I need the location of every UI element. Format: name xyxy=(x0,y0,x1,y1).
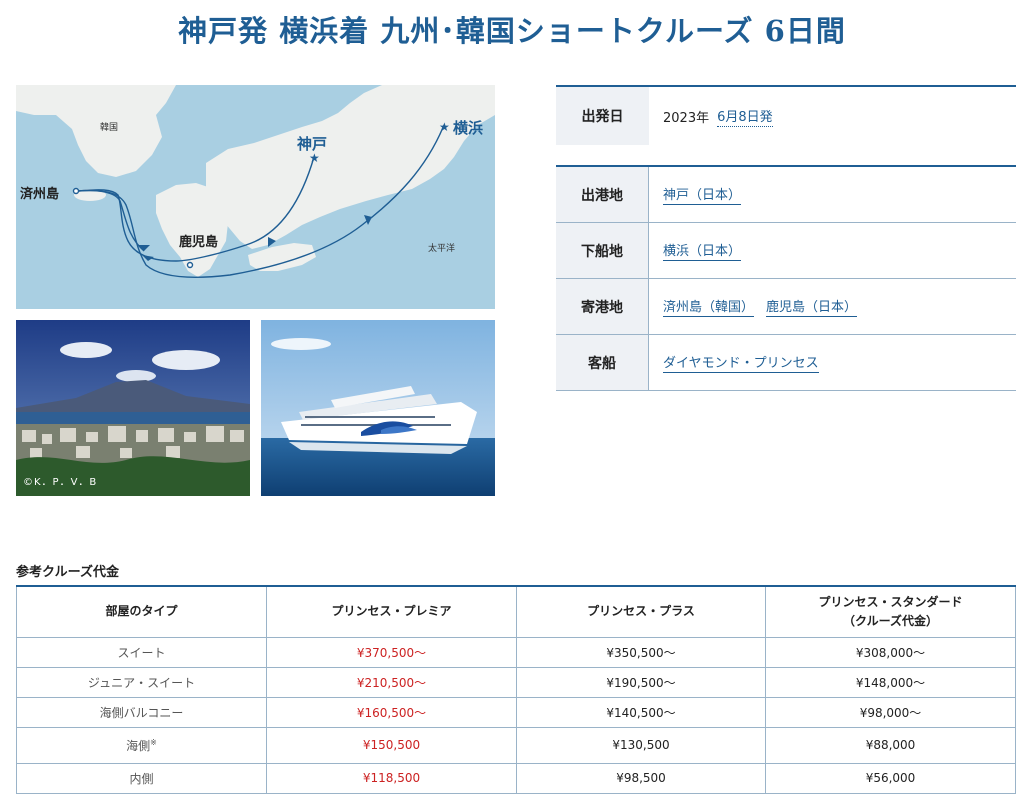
plus-price-cell: ¥98,500 xyxy=(516,763,766,794)
arrival-port-link[interactable]: 横浜（日本） xyxy=(663,240,742,261)
departure-panel: 出発日 2023年 6月8日発 xyxy=(556,85,1016,145)
header-room-type: 部屋のタイプ xyxy=(16,586,267,638)
map-label-jeju: 済州島 xyxy=(20,187,60,202)
header-standard-sub: （クルーズ代金） xyxy=(842,613,939,628)
map-label-yokohama: 横浜 xyxy=(453,119,484,137)
details-value: ダイヤモンド・プリンセス xyxy=(649,335,1016,390)
standard-price-cell: ¥98,000～ xyxy=(765,697,1016,728)
premier-price-cell: ¥370,500～ xyxy=(266,637,517,668)
port-of-call-link-kagoshima[interactable]: 鹿児島（日本） xyxy=(766,296,858,317)
price-heading: 参考クルーズ代金 xyxy=(16,565,119,580)
ship-link[interactable]: ダイヤモンド・プリンセス xyxy=(663,352,819,373)
header-standard: プリンセス・スタンダード （クルーズ代金） xyxy=(765,586,1016,638)
premier-price-cell: ¥150,500 xyxy=(266,727,517,764)
standard-price-cell: ¥88,000 xyxy=(765,727,1016,764)
details-row-ship: 客船 ダイヤモンド・プリンセス xyxy=(556,335,1016,391)
premier-price-cell: ¥210,500～ xyxy=(266,667,517,698)
map-label-korea: 韓国 xyxy=(100,123,119,133)
ship-photo xyxy=(261,320,495,496)
details-label: 下船地 xyxy=(556,223,649,278)
table-row: 海側バルコニー ¥160,500～ ¥140,500～ ¥98,000～ xyxy=(16,697,1016,728)
ship-photo-graphic xyxy=(261,320,495,496)
page-title: 神戸発 横浜着 九州･韓国ショートクルーズ 6日間 xyxy=(178,14,846,48)
cruise-details-table: 出港地 神戸（日本） 下船地 横浜（日本） 寄港地 済州島（韓国） 鹿児島（日本… xyxy=(556,165,1016,391)
details-value: 横浜（日本） xyxy=(649,223,1016,278)
route-map-graphic: ★ ★ xyxy=(16,85,495,309)
map-label-pacific: 太平洋 xyxy=(428,244,456,254)
standard-price-cell: ¥148,000～ xyxy=(765,667,1016,698)
room-type-cell: スイート xyxy=(16,637,267,668)
kagoshima-photo: ©K．P．V．B xyxy=(16,320,250,496)
kagoshima-marker xyxy=(186,261,194,269)
details-label: 客船 xyxy=(556,335,649,390)
header-premier: プリンセス・プレミア xyxy=(266,586,517,638)
departure-port-link[interactable]: 神戸（日本） xyxy=(663,184,742,205)
departure-label: 出発日 xyxy=(556,87,649,145)
yokohama-star-icon: ★ xyxy=(439,120,450,134)
price-table: 部屋のタイプ プリンセス・プレミア プリンセス・プラス プリンセス・スタンダード… xyxy=(16,585,1016,794)
header-plus: プリンセス・プラス xyxy=(516,586,766,638)
map-label-kobe: 神戸 xyxy=(297,135,328,153)
plus-price-cell: ¥130,500 xyxy=(516,727,766,764)
photo-credit: ©K．P．V．B xyxy=(23,477,98,488)
route-map: ★ ★ 韓国 済州島 鹿児島 神戸 横浜 太平洋 xyxy=(16,85,495,309)
details-label: 寄港地 xyxy=(556,279,649,334)
departure-value: 2023年 6月8日発 xyxy=(649,87,1016,145)
departure-date-link[interactable]: 6月8日発 xyxy=(717,106,773,127)
table-row: スイート ¥370,500～ ¥350,500～ ¥308,000～ xyxy=(16,637,1016,668)
details-value: 済州島（韓国） 鹿児島（日本） xyxy=(649,279,1016,334)
plus-price-cell: ¥140,500～ xyxy=(516,697,766,728)
standard-price-cell: ¥308,000～ xyxy=(765,637,1016,668)
table-row: 内側 ¥118,500 ¥98,500 ¥56,000 xyxy=(16,763,1016,794)
room-type-cell: 内側 xyxy=(16,763,267,794)
details-label: 出港地 xyxy=(556,167,649,222)
plus-price-cell: ¥190,500～ xyxy=(516,667,766,698)
room-type-cell: 海側※ xyxy=(16,727,267,764)
price-table-header-row: 部屋のタイプ プリンセス・プレミア プリンセス・プラス プリンセス・スタンダード… xyxy=(16,586,1016,638)
details-row-arrival-port: 下船地 横浜（日本） xyxy=(556,223,1016,279)
premier-price-cell: ¥160,500～ xyxy=(266,697,517,728)
room-type-cell: ジュニア・スイート xyxy=(16,667,267,698)
details-value: 神戸（日本） xyxy=(649,167,1016,222)
plus-price-cell: ¥350,500～ xyxy=(516,637,766,668)
premier-price-cell: ¥118,500 xyxy=(266,763,517,794)
room-type-label: 海側 xyxy=(126,738,151,753)
room-type-cell: 海側バルコニー xyxy=(16,697,267,728)
table-row: ジュニア・スイート ¥210,500～ ¥190,500～ ¥148,000～ xyxy=(16,667,1016,698)
standard-price-cell: ¥56,000 xyxy=(765,763,1016,794)
header-standard-label: プリンセス・スタンダード xyxy=(818,594,963,609)
port-of-call-link-jeju[interactable]: 済州島（韓国） xyxy=(663,296,755,317)
details-row-departure-port: 出港地 神戸（日本） xyxy=(556,167,1016,223)
departure-row: 出発日 2023年 6月8日発 xyxy=(556,87,1016,145)
map-label-kagoshima: 鹿児島 xyxy=(179,235,219,250)
details-row-ports-of-call: 寄港地 済州島（韓国） 鹿児島（日本） xyxy=(556,279,1016,335)
kagoshima-photo-graphic xyxy=(16,320,250,496)
table-row: 海側※ ¥150,500 ¥130,500 ¥88,000 xyxy=(16,727,1016,764)
jeju-marker xyxy=(72,187,80,195)
departure-year: 2023年 xyxy=(663,110,710,126)
room-type-note: ※ xyxy=(150,737,157,747)
